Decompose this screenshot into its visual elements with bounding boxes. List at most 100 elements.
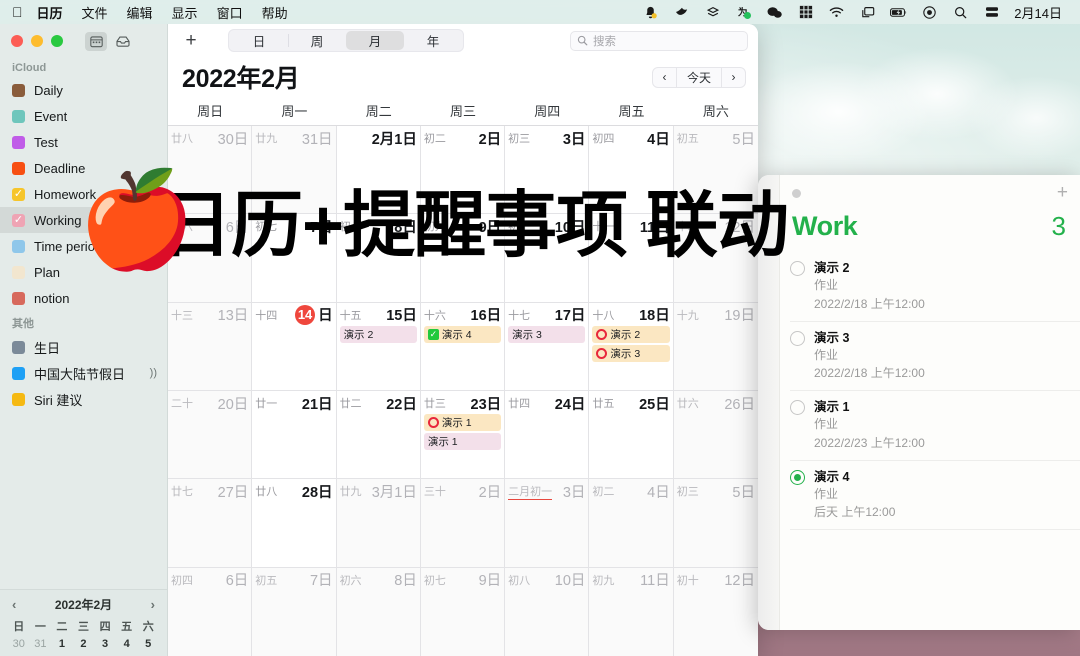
mini-calendar-day[interactable]: 2: [73, 636, 95, 652]
day-cell[interactable]: 廿九 3月1日: [336, 479, 421, 567]
day-cell[interactable]: 初七 9日: [420, 567, 506, 656]
add-reminder-button[interactable]: +: [1057, 182, 1068, 204]
day-cell[interactable]: 初四 6日: [168, 567, 253, 656]
calendar-color-swatch[interactable]: [12, 135, 25, 149]
next-month-button[interactable]: ›: [722, 68, 745, 87]
server-icon[interactable]: [983, 5, 1000, 20]
calendar-view-button[interactable]: [85, 31, 107, 51]
day-cell[interactable]: 2月1日: [337, 126, 421, 214]
view-tab-year[interactable]: 年: [404, 31, 462, 50]
day-cell[interactable]: 十七 17日 演示 3: [505, 302, 590, 390]
calendar-color-swatch[interactable]: [12, 187, 25, 201]
screen-mirroring-icon[interactable]: [859, 5, 876, 20]
day-cell[interactable]: 初十 12日: [673, 567, 758, 656]
reminder-checkbox[interactable]: [790, 400, 805, 416]
layers-icon[interactable]: [704, 5, 721, 20]
sidebar-item-event[interactable]: Event: [0, 103, 167, 129]
minimize-button[interactable]: [31, 35, 43, 47]
sidebar-item-生日[interactable]: 生日: [0, 334, 167, 360]
mini-calendar-next-button[interactable]: ›: [151, 597, 155, 612]
day-cell[interactable]: 十五 15日 演示 2: [337, 302, 421, 390]
day-cell[interactable]: 初二 4日: [589, 479, 674, 567]
input-method-pinyin-icon[interactable]: [797, 5, 814, 20]
menu-item-view[interactable]: 显示: [172, 3, 198, 22]
day-cell[interactable]: 十一 11日: [589, 214, 674, 302]
day-cell[interactable]: 初五 7日: [252, 567, 337, 656]
prev-month-button[interactable]: ‹: [653, 68, 676, 87]
sidebar-item-test[interactable]: Test: [0, 129, 167, 155]
shortcut-icon[interactable]: 为: [735, 5, 752, 20]
menu-item-file[interactable]: 文件: [82, 3, 108, 22]
wifi-icon[interactable]: [828, 5, 845, 20]
calendar-color-swatch[interactable]: [12, 213, 25, 227]
calendar-color-swatch[interactable]: [12, 291, 25, 305]
day-cell[interactable]: 廿三 23日 演示 1 演示 1: [421, 391, 506, 479]
day-cell[interactable]: 十三 13日: [168, 302, 253, 390]
day-cell[interactable]: 初四 4日: [589, 126, 674, 214]
calendar-event-chip[interactable]: 演示 3: [592, 344, 670, 362]
day-cell[interactable]: 廿七 27日: [168, 479, 253, 567]
notification-bell-icon[interactable]: [642, 5, 659, 20]
day-cell[interactable]: 初五 5日: [673, 126, 758, 214]
control-center-icon[interactable]: [921, 5, 938, 20]
calendar-color-swatch[interactable]: [12, 109, 25, 123]
open-circle-icon[interactable]: [596, 347, 608, 359]
mini-calendar-day[interactable]: 31: [30, 636, 52, 652]
sidebar-item-notion[interactable]: notion: [0, 285, 167, 311]
day-cell[interactable]: 廿四 24日: [505, 391, 590, 479]
day-cell[interactable]: 初六 8日: [336, 567, 421, 656]
view-tab-month[interactable]: 月: [346, 31, 404, 50]
reminder-checkbox[interactable]: [790, 261, 805, 276]
view-tab-day[interactable]: 日: [230, 31, 288, 50]
reminder-checkbox[interactable]: [790, 330, 805, 346]
day-cell[interactable]: 初十 10日: [505, 214, 590, 302]
calendar-event-chip[interactable]: 演示 2: [592, 325, 670, 343]
day-cell[interactable]: 三十 2日: [420, 479, 506, 567]
mini-calendar-day[interactable]: 30: [8, 636, 30, 652]
open-circle-icon[interactable]: [596, 328, 608, 340]
day-cell[interactable]: 初三 5日: [673, 479, 758, 567]
day-cell[interactable]: 初九 11日: [589, 567, 674, 656]
day-cell[interactable]: 廿五 25日: [589, 391, 674, 479]
mini-calendar-day[interactable]: 3: [94, 636, 116, 652]
calendar-color-swatch[interactable]: [12, 265, 25, 279]
calendar-color-swatch[interactable]: [12, 239, 25, 253]
calendar-event-chip[interactable]: 演示 2: [339, 325, 417, 343]
calendar-event-chip[interactable]: 演示 1: [423, 414, 502, 431]
menu-item-window[interactable]: 窗口: [217, 3, 243, 22]
menu-item-help[interactable]: 帮助: [262, 3, 288, 22]
reminder-item[interactable]: 演示 4 作业 后天 上午12:00: [790, 461, 1080, 531]
day-cell[interactable]: 廿八 28日: [252, 479, 337, 567]
bird-icon[interactable]: [673, 5, 690, 20]
menu-item-app[interactable]: 日历: [37, 3, 63, 22]
day-cell[interactable]: 十六 16日 ✓ 演示 4: [421, 302, 506, 390]
mini-calendar-day[interactable]: 5: [137, 636, 159, 652]
day-cell[interactable]: 初七 7日: [252, 214, 337, 302]
day-cell[interactable]: 廿九 31日: [252, 126, 337, 214]
day-cell[interactable]: 二月初一 3日: [505, 479, 590, 567]
calendar-color-swatch[interactable]: [12, 83, 25, 97]
calendar-event-chip[interactable]: 演示 1: [423, 433, 502, 450]
today-button[interactable]: 今天: [676, 67, 722, 87]
day-cell[interactable]: 廿一 21日: [252, 391, 337, 479]
view-tab-week[interactable]: 周: [288, 31, 346, 50]
sidebar-item-中国大陆节假日[interactable]: 中国大陆节假日)): [0, 360, 167, 386]
checkmark-icon[interactable]: ✓: [427, 328, 439, 340]
calendar-color-swatch[interactable]: [12, 366, 25, 380]
add-event-button[interactable]: +: [178, 30, 204, 52]
mini-calendar-day[interactable]: 4: [116, 636, 138, 652]
open-circle-icon[interactable]: [427, 417, 439, 428]
reminder-checkbox[interactable]: [790, 469, 805, 485]
sidebar-item-siri-建议[interactable]: Siri 建议: [0, 386, 167, 412]
mini-calendar-day[interactable]: 1: [51, 636, 73, 652]
day-cell[interactable]: 初八 8日: [337, 214, 421, 302]
alert-sound-icon[interactable]: )): [150, 367, 157, 379]
sidebar-item-daily[interactable]: Daily: [0, 77, 167, 103]
apple-logo-icon[interactable]: : [12, 5, 23, 19]
day-cell[interactable]: 二十 20日: [168, 391, 253, 479]
zoom-button[interactable]: [51, 35, 63, 47]
day-cell[interactable]: 初八 10日: [505, 567, 590, 656]
day-cell[interactable]: 十四 14 日: [252, 302, 337, 390]
day-cell[interactable]: 十二 12日: [673, 214, 758, 302]
day-cell[interactable]: 初二 2日: [421, 126, 506, 214]
